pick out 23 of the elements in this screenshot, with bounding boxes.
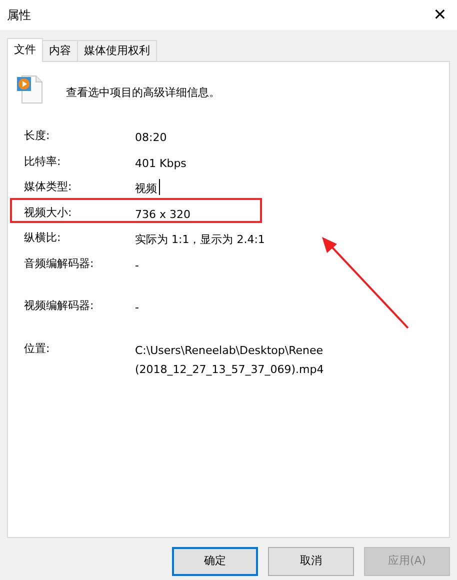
property-value: 视频 [135, 181, 158, 197]
property-label: 位置: [23, 340, 51, 356]
window-title: 属性 [7, 7, 31, 24]
property-value: - [135, 258, 140, 274]
property-value: 实际为 1:1，显示为 2.4:1 [135, 232, 266, 248]
property-label: 音频编解码器: [23, 256, 95, 272]
property-label: 纵横比: [23, 230, 62, 246]
property-value: 401 Kbps [135, 156, 188, 172]
property-value: - [135, 300, 140, 316]
close-button[interactable]: ✕ [425, 0, 455, 30]
dialog-button[interactable]: 取消 [268, 547, 354, 576]
property-label: 视频编解码器: [23, 298, 95, 314]
description-text: 查看选中项目的高级详细信息。 [66, 84, 220, 101]
property-value: 736 x 320 [135, 206, 192, 222]
property-label: 媒体类型: [23, 179, 73, 195]
property-label: 视频大小: [23, 204, 73, 220]
property-value: 08:20 [135, 130, 168, 146]
property-label: 比特率: [23, 154, 62, 170]
property-value: C:\Users\Reneelab\Desktop\Renee (2018_12_27_13_57_37_069).mp4 [135, 342, 325, 378]
property-label: 长度: [23, 128, 51, 144]
tab[interactable]: 媒体使用权利 [77, 40, 157, 61]
dialog-button[interactable]: 确定 [172, 547, 258, 576]
tab[interactable]: 文件 [7, 38, 43, 62]
